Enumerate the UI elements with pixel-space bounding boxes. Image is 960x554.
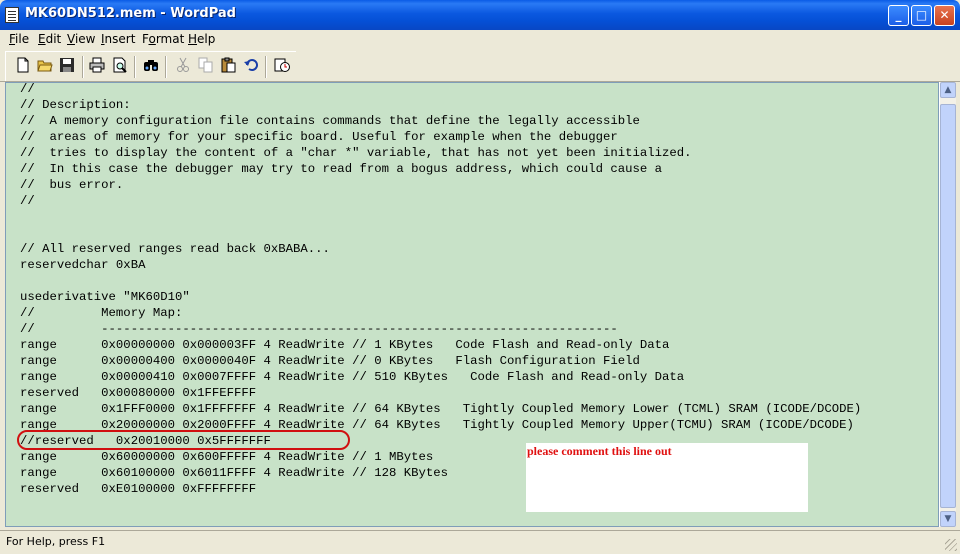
scroll-down-button[interactable]: ▼: [940, 511, 956, 527]
menu-help-mnemonic: H: [188, 32, 198, 46]
toolbar-separator: [82, 56, 84, 78]
menu-bar: File Edit View Insert Format Help: [0, 30, 960, 49]
scroll-up-button[interactable]: ▲: [940, 82, 956, 98]
new-document-icon[interactable]: [15, 57, 31, 73]
menu-help[interactable]: Help: [188, 32, 215, 46]
paste-icon[interactable]: [220, 57, 236, 73]
title-bar: MK60DN512.mem - WordPad _ □ ✕: [0, 0, 960, 30]
menu-insert[interactable]: Insert: [101, 32, 135, 46]
menu-edit-mnemonic: E: [38, 32, 46, 46]
highlight-oval: [17, 430, 350, 450]
window-title: MK60DN512.mem - WordPad: [25, 6, 236, 21]
save-disk-icon[interactable]: [59, 57, 75, 73]
maximize-button[interactable]: □: [911, 5, 932, 26]
toolbar-separator: [265, 56, 267, 78]
menu-file[interactable]: File: [9, 32, 29, 46]
scroll-thumb[interactable]: [940, 104, 956, 508]
menu-format-mnemonic: o: [148, 32, 156, 46]
menu-view[interactable]: View: [67, 32, 95, 46]
menu-format[interactable]: Format: [142, 32, 184, 46]
close-button[interactable]: ✕: [934, 5, 955, 26]
minimize-button[interactable]: _: [888, 5, 909, 26]
resize-grip-icon[interactable]: [945, 539, 957, 551]
menu-file-rest: ile: [15, 32, 30, 46]
wordpad-app-icon[interactable]: [5, 7, 19, 23]
menu-help-rest: elp: [197, 32, 216, 46]
toolbar: [5, 51, 296, 81]
menu-view-rest: iew: [74, 32, 96, 46]
menu-edit-rest: dit: [45, 32, 62, 46]
print-icon[interactable]: [89, 57, 105, 73]
menu-insert-rest: nsert: [104, 32, 136, 46]
status-text: For Help, press F1: [6, 535, 106, 548]
toolbar-separator: [165, 56, 167, 78]
chevron-down-icon: ▼: [944, 514, 952, 524]
status-bar: For Help, press F1: [0, 530, 960, 554]
vertical-scrollbar[interactable]: ▲ ▼: [939, 82, 956, 527]
copy-icon[interactable]: [198, 57, 214, 73]
print-preview-icon[interactable]: [112, 57, 128, 73]
document-editor[interactable]: // // Description: // A memory configura…: [5, 82, 939, 527]
menu-view-mnemonic: V: [67, 32, 75, 46]
annotation-text: please comment this line out: [527, 444, 672, 458]
annotation-note: please comment this line out: [526, 443, 808, 512]
chevron-up-icon: ▲: [944, 85, 952, 95]
cut-scissors-icon[interactable]: [175, 57, 191, 73]
toolbar-separator: [134, 56, 136, 78]
menu-format-rest: rmat: [155, 32, 185, 46]
undo-icon[interactable]: [243, 57, 259, 73]
insert-datetime-icon[interactable]: [274, 57, 290, 73]
menu-edit[interactable]: Edit: [38, 32, 61, 46]
open-folder-icon[interactable]: [37, 57, 53, 73]
find-binoculars-icon[interactable]: [143, 57, 159, 73]
